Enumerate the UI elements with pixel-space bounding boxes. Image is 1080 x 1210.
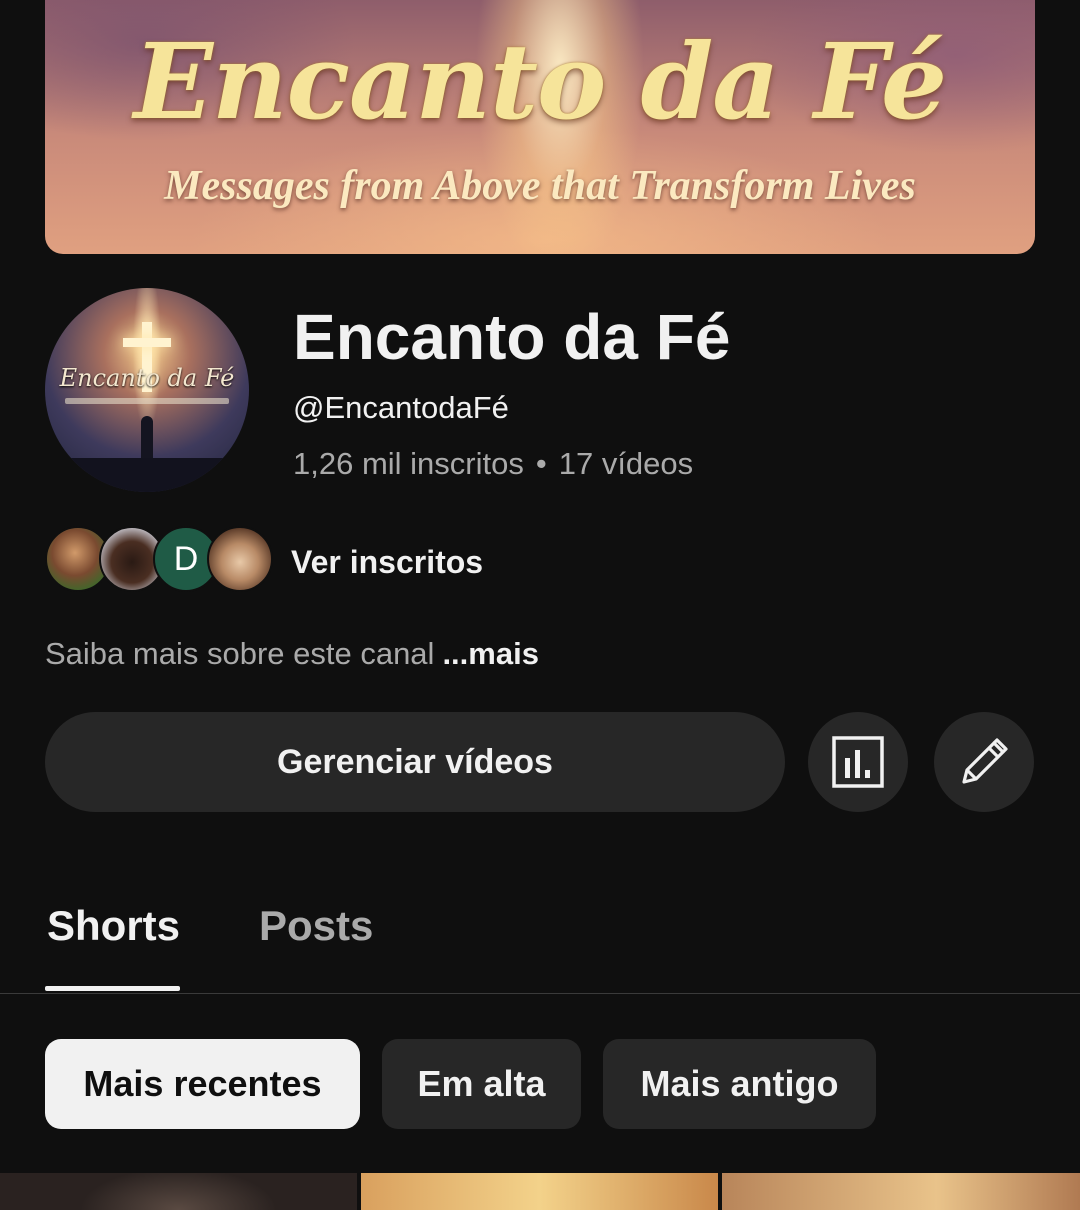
video-count: 17 vídeos [558,446,694,481]
channel-name: Encanto da Fé [293,301,731,373]
short-thumbnail[interactable] [361,1173,718,1210]
filter-chip-oldest[interactable]: Mais antigo [603,1039,876,1129]
tab-posts[interactable]: Posts [259,902,373,950]
tab-shorts[interactable]: Shorts [47,902,180,950]
banner-title: Encanto da Fé [133,20,947,143]
channel-tabs: Shorts Posts [0,890,1080,994]
channel-stats: 1,26 mil inscritos • 17 vídeos [293,446,693,482]
tab-selected-indicator [45,986,180,991]
filter-chip-trending[interactable]: Em alta [382,1039,581,1129]
cross-bar [123,338,171,347]
more-link[interactable]: ...mais [442,636,539,671]
short-thumbnail[interactable] [0,1173,357,1210]
short-thumbnail[interactable] [722,1173,1080,1210]
manage-videos-button[interactable]: Gerenciar vídeos [45,712,785,812]
pencil-icon [962,738,1008,784]
edit-channel-button[interactable] [934,712,1034,812]
channel-banner[interactable]: Encanto da Fé Messages from Above that T… [45,0,1035,254]
about-text: Saiba mais sobre este canal [45,636,435,671]
avatar-logo-text: Encanto da Fé [59,364,235,392]
channel-about[interactable]: Saiba mais sobre este canal ...mais [45,636,539,672]
channel-handle: @EncantodaFé [293,390,509,425]
subscriber-count: 1,26 mil inscritos [293,446,524,481]
avatar-logo-tagline [65,398,229,404]
subscriber-avatar [207,526,273,592]
avatar-ground [45,458,249,492]
channel-avatar[interactable]: Encanto da Fé [45,288,249,492]
stats-separator: • [535,446,547,481]
analytics-icon [832,736,884,788]
filter-chip-most-recent[interactable]: Mais recentes [45,1039,360,1129]
analytics-button[interactable] [808,712,908,812]
banner-subtitle: Messages from Above that Transform Lives [164,163,916,209]
person-silhouette [141,416,153,460]
shorts-grid [0,1173,1080,1210]
view-subscribers-link[interactable]: Ver inscritos [291,544,483,581]
